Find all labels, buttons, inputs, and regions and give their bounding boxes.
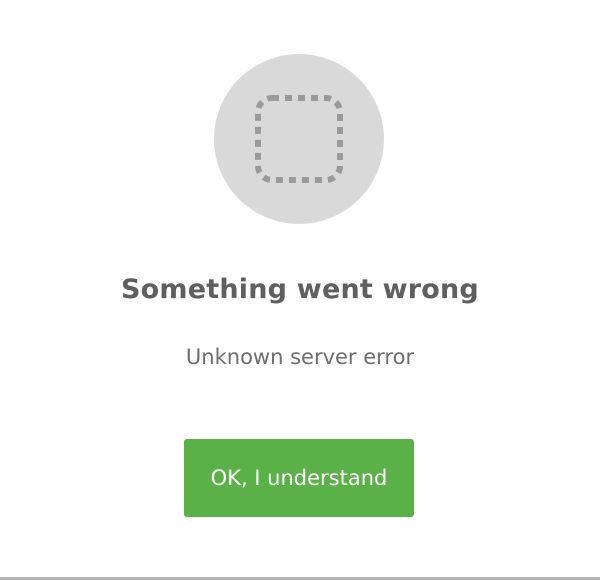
ok-understand-button[interactable]: OK, I understand [184, 439, 414, 517]
error-illustration [214, 54, 384, 224]
error-dialog: Something went wrong Unknown server erro… [0, 0, 600, 580]
dashed-square-icon [255, 95, 343, 183]
error-message: Unknown server error [185, 345, 415, 369]
error-title: Something went wrong [121, 274, 479, 305]
